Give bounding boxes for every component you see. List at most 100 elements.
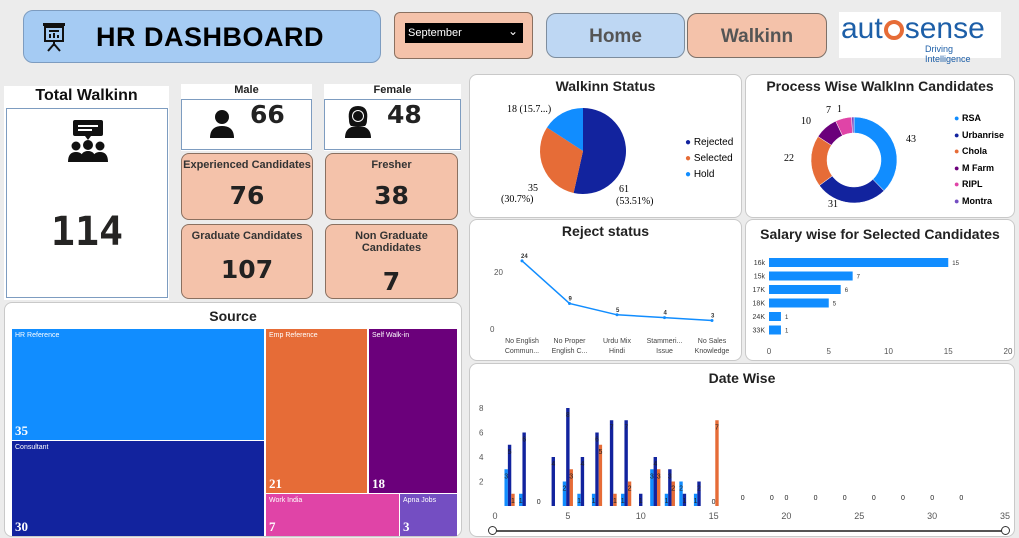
date-bar[interactable]	[624, 420, 628, 506]
legend-item-rsa[interactable]: ● RSA	[954, 110, 1004, 127]
salary-category-label: 16k	[754, 260, 766, 267]
datewise-panel: Date Wise 8 6 4 2 0 5 10 15 20 25 30 35 3 5 1 1 6 0 4 2 8 3 1 4…	[469, 363, 1015, 537]
donut-label-chola: 22	[784, 153, 794, 164]
treemap-tile-work-india[interactable]: Work India 7	[266, 494, 399, 536]
home-button-label: Home	[589, 26, 642, 47]
reject-data-label: 4	[664, 311, 668, 317]
month-dropdown[interactable]: September ⌄	[405, 23, 523, 43]
walkinn-status-panel: Walkinn Status 18 (15.7...) 35 (30.7%) 6…	[469, 74, 742, 218]
date-data-label: 1	[621, 498, 625, 505]
date-data-label: 3	[504, 473, 508, 480]
date-data-label: 0	[712, 499, 716, 506]
total-walkinn-value: 114	[50, 209, 124, 255]
x-tick-label: 5	[565, 511, 570, 521]
salary-bar[interactable]	[769, 298, 829, 308]
walkinn-button[interactable]: Walkinn	[687, 13, 827, 58]
reject-data-label: 3	[711, 313, 715, 319]
legend-item-ripl[interactable]: ● RIPL	[954, 176, 1004, 193]
treemap-tile-consultant[interactable]: Consultant 30	[12, 441, 264, 536]
date-data-label: 2	[671, 486, 675, 493]
month-dropdown-value: September	[408, 27, 462, 39]
source-panel: Source HR Reference 35 Consultant 30 Emp…	[4, 302, 462, 537]
y-tick-label: 6	[479, 429, 484, 438]
salary-category-label: 24K	[753, 314, 766, 321]
legend-item-montra[interactable]: ● Montra	[954, 193, 1004, 210]
total-walkinn-title: Total Walkinn	[35, 87, 138, 104]
date-data-label: 0	[741, 495, 745, 502]
treemap-label: Consultant	[15, 444, 49, 451]
legend-item-m-farm[interactable]: ● M Farm	[954, 160, 1004, 177]
salary-bar[interactable]	[769, 271, 853, 281]
date-data-label: 1	[665, 498, 669, 505]
legend-item-chola[interactable]: ● Chola	[954, 143, 1004, 160]
treemap-label: Work India	[269, 497, 303, 504]
header-title-box: HR DASHBOARD	[23, 10, 381, 63]
experienced-value: 76	[229, 181, 265, 210]
x-category-label: Knowledge	[695, 348, 730, 355]
legend-item-hold[interactable]: ● Hold	[685, 167, 733, 183]
date-range-slider[interactable]	[488, 526, 1010, 535]
date-data-label: 7	[715, 424, 719, 431]
company-logo: aut sense Driving Intelligence	[839, 12, 1001, 64]
date-data-label: 0	[843, 495, 847, 502]
non-graduate-card: Non Graduate Candidates 7	[325, 224, 458, 299]
x-tick-label: 15	[709, 511, 719, 521]
slider-handle-end[interactable]	[1001, 526, 1010, 535]
date-data-label: 8	[566, 412, 570, 419]
x-category-label: No Proper	[554, 338, 587, 345]
treemap-label: HR Reference	[15, 332, 60, 339]
reject-status-line-chart: 20 0 24 No English Commun... 9 No Proper Englis…	[490, 254, 730, 355]
date-data-label: 6	[595, 437, 599, 444]
fresher-card: Fresher 38	[325, 153, 458, 220]
salary-data-label: 1	[785, 329, 789, 335]
date-bar[interactable]	[609, 420, 614, 506]
pie-label-selected-value: 35	[528, 183, 538, 194]
non-graduate-label: Non Graduate Candidates	[355, 230, 428, 254]
x-tick-label: 10	[884, 347, 893, 356]
home-button[interactable]: Home	[546, 13, 685, 58]
legend-item-urbanrise[interactable]: ● Urbanrise	[954, 127, 1004, 144]
date-bar[interactable]	[595, 432, 599, 507]
date-bar[interactable]	[715, 420, 719, 506]
reject-status-panel: Reject status 20 0 24 No English Commun... 9 N…	[469, 219, 742, 361]
treemap-tile-apna-jobs[interactable]: Apna Jobs 3	[400, 494, 457, 536]
date-data-label: 0	[930, 495, 934, 502]
experienced-label: Experienced Candidates	[183, 159, 311, 171]
date-data-label: 0	[872, 495, 876, 502]
treemap-value: 7	[269, 519, 276, 534]
treemap-value: 21	[269, 476, 282, 491]
treemap-tile-hr-reference[interactable]: HR Reference 35	[12, 329, 264, 440]
presentation-icon	[41, 22, 67, 57]
donut-label-m-farm: 10	[801, 116, 811, 127]
legend-item-selected[interactable]: ● Selected	[685, 151, 733, 167]
donut-label-urbanrise: 31	[828, 199, 838, 210]
date-bar[interactable]	[566, 408, 570, 506]
logo-ring-icon	[883, 20, 904, 40]
treemap-value: 18	[372, 476, 385, 491]
treemap-tile-emp-reference[interactable]: Emp Reference 21	[266, 329, 367, 493]
experienced-card: Experienced Candidates 76	[181, 153, 313, 220]
treemap-value: 35	[15, 423, 28, 438]
salary-bar[interactable]	[769, 325, 781, 335]
salary-category-label: 17K	[753, 287, 766, 294]
date-data-label: 2	[679, 486, 683, 493]
logo-text-left: aut	[841, 12, 883, 45]
female-label: Female	[373, 84, 412, 96]
date-bar[interactable]	[522, 432, 526, 507]
status-legend: ● Rejected ● Selected ● Hold	[685, 135, 733, 183]
salary-bar[interactable]	[769, 312, 781, 321]
slider-handle-start[interactable]	[488, 526, 497, 535]
salary-bar[interactable]	[769, 258, 949, 267]
salary-bar[interactable]	[769, 285, 841, 294]
donut-label-ripl: 7	[826, 105, 831, 116]
salary-data-label: 5	[833, 302, 837, 308]
pie-label-hold: 18 (15.7...)	[507, 104, 552, 115]
graduate-card: Graduate Candidates 107	[181, 224, 313, 299]
legend-item-rejected[interactable]: ● Rejected	[685, 135, 733, 151]
donut-label-montra: 1	[837, 104, 842, 115]
treemap-tile-self-walk-in[interactable]: Self Walk-in 18	[369, 329, 457, 493]
salary-category-label: 33K	[753, 328, 766, 335]
non-graduate-value: 7	[382, 267, 401, 296]
donut-slice-rsa[interactable]	[853, 116, 898, 192]
date-data-label: 6	[522, 437, 526, 444]
